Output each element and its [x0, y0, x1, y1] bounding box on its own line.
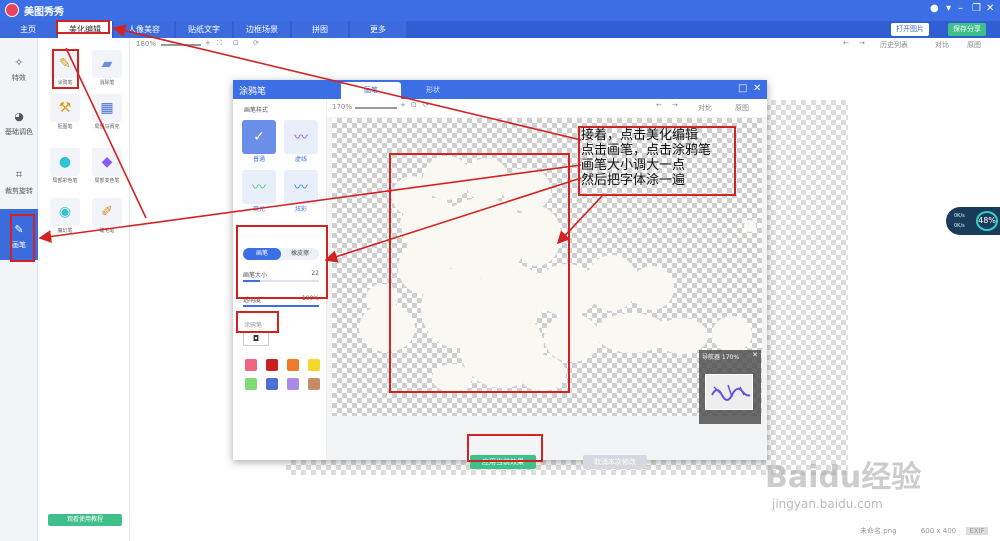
system-monitor-widget[interactable]: 0K/s 0K/s 48%	[946, 207, 1000, 235]
highlight-beautify-tab	[56, 20, 110, 34]
download-rate: 0K/s	[954, 223, 965, 229]
highlight-apply-button	[467, 434, 543, 462]
network-rates: 0K/s 0K/s	[954, 211, 965, 231]
annotation-instructions: 接着，点击美化编辑 点击画笔，点击涂鸦笔 画笔大小调大一点 然后把字体涂一遍	[581, 128, 711, 188]
watermark-url: jingyan.baidu.com	[772, 497, 883, 511]
highlight-brush-menu	[10, 214, 35, 262]
highlight-doodle-area	[389, 153, 570, 393]
instruction-line: 画笔大小调大一点	[581, 158, 686, 173]
instruction-line: 接着，点击美化编辑	[581, 128, 699, 143]
highlight-brush-settings	[236, 225, 328, 299]
instruction-line: 点击画笔，点击涂鸦笔	[581, 143, 712, 158]
upload-rate: 0K/s	[954, 213, 965, 219]
highlight-color-picker	[236, 311, 279, 333]
baidu-watermark: Baidu经验	[765, 460, 922, 495]
cpu-percent: 48%	[976, 211, 998, 231]
highlight-doodle-tool	[52, 49, 79, 89]
instruction-line: 然后把字体涂一遍	[581, 173, 686, 188]
